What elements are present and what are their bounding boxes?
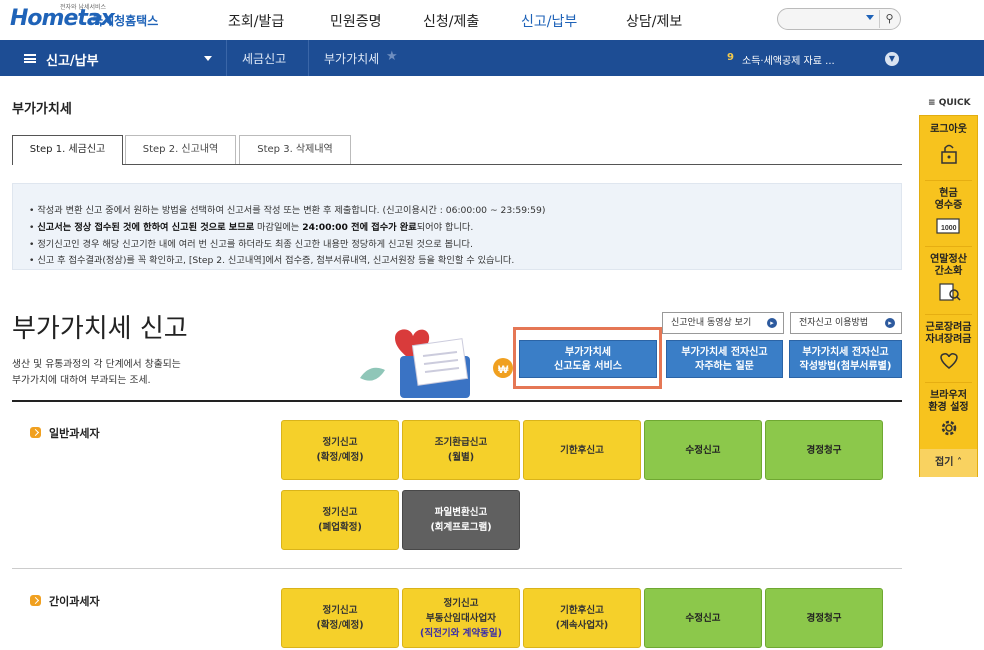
quick-collapse-button[interactable]: 접기 ˄ (920, 449, 977, 477)
menu-bar: 신고/납부 세금신고 부가가치세 ★ 9 소득·세액공제 자료 ... ▼ (0, 40, 984, 76)
chevron-up-icon: ˄ (956, 457, 962, 468)
section-simple-taxpayer: 간이과세자 (30, 593, 100, 609)
tab-step3[interactable]: Step 3. 삭제내역 (239, 135, 351, 165)
general-closure-filing-button[interactable]: 정기신고 (폐업확정) (281, 490, 399, 550)
receipt-icon: 1000 (935, 218, 960, 234)
simple-rental-filing-button[interactable]: 정기신고 부동산임대사업자 (직전기와 계약동일) (402, 588, 520, 648)
logout-button[interactable]: 로그아웃 (920, 124, 977, 166)
general-file-conversion-button[interactable]: 파일변환신고 (회계프로그램) (402, 490, 520, 550)
cash-receipt-button[interactable]: 현금 영수증 1000 (920, 188, 977, 237)
news-number: 9 (727, 52, 734, 63)
bullet-icon (30, 595, 41, 606)
top-header: 전자와 납세서비스 Hometax 국세청홈택스 조회/발급 민원증명 신청/제… (0, 0, 984, 40)
chevron-down-icon[interactable] (204, 56, 212, 61)
info-line: • 작성과 변환 신고 중에서 원하는 방법을 선택하여 신고서를 작성 또는 … (29, 205, 546, 216)
quick-menu: 로그아웃 현금 영수증 1000 연말정산 간소화 근로장려금 자녀장려금 브라우저 환… (919, 115, 978, 477)
tab-active-gap (13, 163, 122, 165)
heart-hand-icon (939, 353, 958, 369)
tab-underline (12, 164, 902, 165)
hero-description: 생산 및 유통과정의 각 단계에서 창출되는 (12, 359, 181, 370)
highlight-box (513, 327, 662, 389)
arrow-right-icon: ▸ (885, 318, 895, 328)
labor-incentive-button[interactable]: 근로장려금 자녀장려금 (920, 322, 977, 371)
vat-faq-button[interactable]: 부가가치세 전자신고 자주하는 질문 (666, 340, 783, 378)
info-line: • 정기신고인 경우 해당 신고기한 내에 여러 번 신고를 하더라도 최종 신… (29, 239, 473, 250)
simple-late-filing-button[interactable]: 기한후신고 (계속사업자) (523, 588, 641, 648)
section-divider (12, 400, 902, 402)
info-line: • 신고 후 접수결과(정상)를 꼭 확인하고, [Step 2. 신고내역]에… (29, 255, 515, 266)
svg-text:₩: ₩ (498, 364, 509, 376)
page-title: 부가가치세 (12, 102, 72, 117)
hero-description: 부가가치에 대하여 부과되는 조세. (12, 375, 151, 386)
browser-settings-button[interactable]: 브라우저 환경 설정 (920, 390, 977, 439)
tab-step1[interactable]: Step 1. 세금신고 (12, 135, 123, 165)
simple-amended-filing-button[interactable]: 수정신고 (644, 588, 762, 648)
general-early-refund-button[interactable]: 조기환급신고 (월별) (402, 420, 520, 480)
general-regular-filing-button[interactable]: 정기신고 (확정/예정) (281, 420, 399, 480)
info-box: • 작성과 변환 신고 중에서 원하는 방법을 선택하여 신고서를 작성 또는 … (12, 183, 902, 270)
simple-correction-claim-button[interactable]: 경정청구 (765, 588, 883, 648)
logo-subtitle[interactable]: 국세청홈택스 (92, 12, 158, 29)
nav-application[interactable]: 신청/제출 (423, 11, 479, 31)
general-correction-claim-button[interactable]: 경정청구 (765, 420, 883, 480)
star-icon[interactable]: ★ (386, 49, 398, 64)
menu-title: 신고/납부 (46, 54, 99, 69)
button-label: 부가가치세 전자신고 (802, 347, 889, 358)
video-guide-button[interactable]: 신고안내 동영상 보기 ▸ (662, 312, 784, 334)
nav-inquiry[interactable]: 조회/발급 (228, 11, 284, 31)
general-late-filing-button[interactable]: 기한후신고 (523, 420, 641, 480)
divider (308, 40, 309, 76)
arrow-right-icon: ▸ (767, 318, 777, 328)
search-icon[interactable]: ⚲ (879, 10, 899, 28)
nav-certificate[interactable]: 민원증명 (330, 11, 382, 31)
document-search-icon (938, 283, 961, 301)
yearend-settlement-button[interactable]: 연말정산 간소화 (920, 254, 977, 303)
chevron-down-icon[interactable] (866, 15, 874, 20)
quick-menu-header: ≡ QUICK (928, 98, 971, 108)
button-label: 작성방법(첨부서류별) (799, 361, 892, 372)
leaf-illustration (360, 367, 385, 381)
button-label: 자주하는 질문 (695, 361, 754, 372)
menu-dropdown[interactable]: 신고/납부 (0, 40, 226, 76)
general-amended-filing-button[interactable]: 수정신고 (644, 420, 762, 480)
section-general-taxpayer: 일반과세자 (30, 425, 100, 441)
chevron-down-icon[interactable]: ▼ (885, 52, 899, 66)
hero-title: 부가가치세 신고 (12, 314, 188, 344)
search-input[interactable]: ⚲ (777, 8, 901, 30)
nav-filing-payment[interactable]: 신고/납부 (521, 11, 577, 31)
page: { "header": { "logo_tagline": "전자와 납세서비스… (0, 0, 984, 650)
howto-button[interactable]: 전자신고 이용방법 ▸ (790, 312, 902, 334)
divider (226, 40, 227, 76)
breadcrumb-vat[interactable]: 부가가치세 (324, 50, 379, 67)
tab-step2[interactable]: Step 2. 신고내역 (125, 135, 236, 165)
bullet-icon (30, 427, 41, 438)
lock-icon (940, 144, 957, 164)
vat-howto-attachments-button[interactable]: 부가가치세 전자신고 작성방법(첨부서류별) (789, 340, 902, 378)
section-divider (12, 568, 902, 569)
button-label: 부가가치세 전자신고 (681, 347, 768, 358)
envelope-illustration: ₩ (360, 329, 513, 398)
nav-consult[interactable]: 상담/제보 (626, 11, 682, 31)
news-ticker[interactable]: 소득·세액공제 자료 ... (742, 52, 835, 67)
simple-regular-filing-button[interactable]: 정기신고 (확정/예정) (281, 588, 399, 648)
breadcrumb-tax-filing[interactable]: 세금신고 (242, 50, 286, 67)
hamburger-icon[interactable] (24, 54, 36, 63)
svg-text:1000: 1000 (941, 225, 957, 232)
gear-icon (941, 420, 956, 436)
info-line: • 신고서는 정상 접수된 것에 한하여 신고된 것으로 보므로 마감일에는 2… (29, 222, 474, 233)
